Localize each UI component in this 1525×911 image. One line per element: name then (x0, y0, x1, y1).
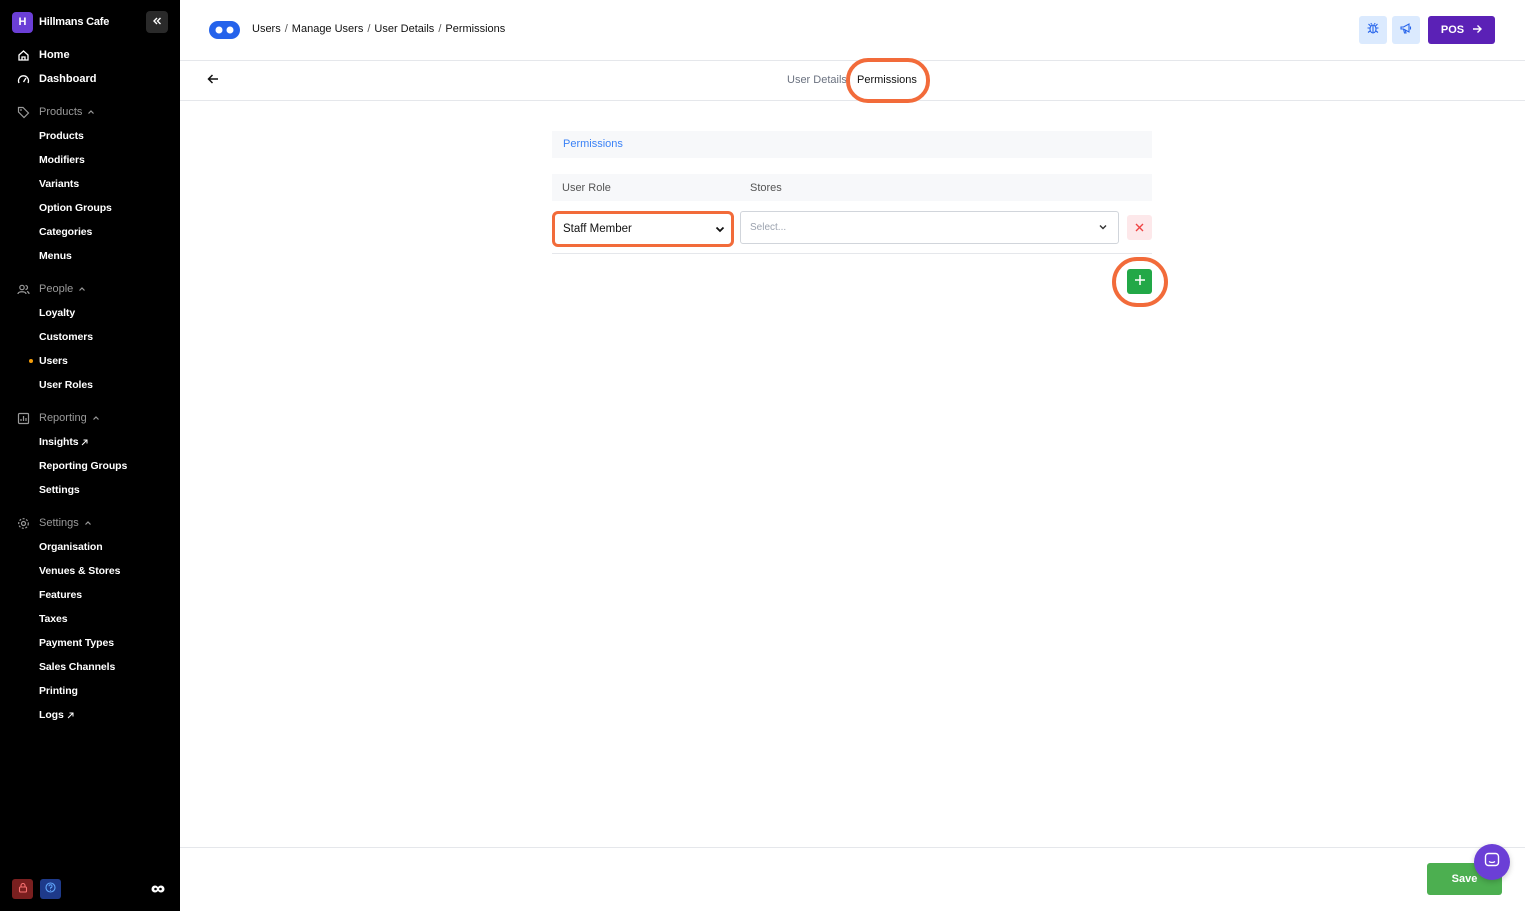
lock-icon (18, 880, 28, 898)
sidebar-item-payment-types[interactable]: Payment Types (39, 635, 114, 651)
sidebar-item-label: Home (39, 49, 70, 61)
sidebar-item-modifiers[interactable]: Modifiers (39, 152, 85, 168)
sidebar-item-logs[interactable]: Logs (39, 707, 74, 723)
sidebar-item-venues-stores[interactable]: Venues & Stores (39, 563, 120, 579)
brand-name: Hillmans Cafe (39, 16, 110, 28)
arrow-right-icon (1472, 24, 1483, 37)
sidebar-item-insights[interactable]: Insights (39, 434, 88, 450)
active-indicator-dot (29, 359, 33, 363)
chat-icon (1484, 852, 1500, 873)
stores-select-placeholder: Select... (750, 222, 787, 233)
sidebar-item-categories[interactable]: Categories (39, 224, 92, 240)
sidebar-section-label: Settings (39, 517, 79, 529)
gauge-icon (16, 72, 30, 86)
sidebar-section-label: Reporting (39, 412, 87, 424)
user-role-select[interactable]: Staff Member (552, 211, 734, 247)
external-link-icon (67, 712, 74, 719)
add-row-button[interactable] (1127, 269, 1152, 294)
sidebar-item-loyalty[interactable]: Loyalty (39, 305, 75, 321)
sidebar-item-home[interactable]: Home (16, 47, 70, 63)
sidebar-item-reporting-groups[interactable]: Reporting Groups (39, 458, 127, 474)
sidebar-item-taxes[interactable]: Taxes (39, 611, 68, 627)
sidebar-item-user-roles[interactable]: User Roles (39, 377, 93, 393)
pos-button-label: POS (1440, 24, 1465, 36)
brand[interactable]: H Hillmans Cafe (12, 11, 110, 33)
brand-avatar: H (12, 11, 33, 33)
chevron-up-icon (78, 285, 86, 293)
chevron-down-icon (715, 224, 725, 237)
sidebar-item-customers[interactable]: Customers (39, 329, 93, 345)
permissions-table-header: User Role Stores (552, 174, 1152, 201)
double-chevron-left-icon (152, 13, 162, 31)
pos-button[interactable]: POS (1428, 16, 1495, 44)
lock-button[interactable] (12, 879, 33, 899)
gear-icon (16, 516, 30, 530)
app-logo-icon[interactable] (209, 21, 240, 44)
close-icon (1135, 219, 1144, 237)
sidebar-item-label: Dashboard (39, 73, 97, 85)
sidebar-item-label: Logs (39, 709, 64, 721)
sidebar-section-reporting[interactable]: Reporting (16, 410, 100, 426)
sidebar: H Hillmans Cafe Home Dashboard Products … (0, 0, 180, 911)
sidebar-section-label: Products (39, 106, 83, 118)
remove-row-button[interactable] (1127, 215, 1152, 240)
tab-user-details[interactable]: User Details (787, 74, 847, 86)
sidebar-item-sales-channels[interactable]: Sales Channels (39, 659, 115, 675)
chevron-up-icon (84, 519, 92, 527)
sidebar-item-products[interactable]: Products (39, 128, 84, 144)
sidebar-item-variants[interactable]: Variants (39, 176, 79, 192)
footer-bar (180, 847, 1525, 911)
sidebar-section-people[interactable]: People (16, 281, 86, 297)
user-role-value: Staff Member (563, 223, 632, 235)
plus-icon (1134, 273, 1146, 291)
sidebar-item-option-groups[interactable]: Option Groups (39, 200, 112, 216)
tab-highlight-ring (846, 58, 930, 103)
stores-select[interactable]: Select... (740, 211, 1119, 244)
sidebar-section-products[interactable]: Products (16, 104, 95, 120)
breadcrumb-users[interactable]: Users (252, 23, 281, 35)
chevron-up-icon (87, 108, 95, 116)
sidebar-section-label: People (39, 283, 74, 295)
announcements-button[interactable] (1392, 16, 1420, 44)
chevron-down-icon (1098, 222, 1108, 235)
chart-icon (16, 411, 30, 425)
breadcrumb: Users / Manage Users / User Details / Pe… (252, 23, 506, 35)
external-link-icon (81, 439, 88, 446)
sidebar-item-reporting-settings[interactable]: Settings (39, 482, 80, 498)
collapse-sidebar-button[interactable] (146, 11, 168, 33)
chevron-up-icon (92, 414, 100, 422)
report-bug-button[interactable] (1359, 16, 1387, 44)
column-header-stores: Stores (750, 182, 782, 194)
sidebar-item-label: Insights (39, 436, 79, 448)
bug-icon (1366, 21, 1380, 40)
sidebar-item-printing[interactable]: Printing (39, 683, 78, 699)
people-icon (16, 282, 30, 296)
help-button[interactable] (40, 879, 61, 899)
sidebar-item-users[interactable]: Users (39, 353, 68, 369)
help-icon (45, 880, 56, 898)
breadcrumb-manage-users[interactable]: Manage Users (292, 23, 364, 35)
chat-support-button[interactable] (1474, 844, 1510, 880)
top-bar: Users / Manage Users / User Details / Pe… (180, 0, 1525, 61)
breadcrumb-user-details[interactable]: User Details (374, 23, 434, 35)
sidebar-item-organisation[interactable]: Organisation (39, 539, 103, 555)
arrow-left-icon (207, 72, 219, 90)
row-divider (552, 253, 1152, 254)
tag-icon (16, 105, 30, 119)
back-button[interactable] (206, 74, 220, 88)
permissions-section-title: Permissions (552, 131, 1152, 158)
home-icon (16, 48, 30, 62)
sidebar-item-dashboard[interactable]: Dashboard (16, 71, 96, 87)
sidebar-section-settings[interactable]: Settings (16, 515, 92, 531)
breadcrumb-permissions: Permissions (445, 23, 506, 35)
sidebar-item-menus[interactable]: Menus (39, 248, 72, 264)
column-header-user-role: User Role (562, 182, 611, 194)
app-logo-icon (150, 881, 166, 897)
megaphone-icon (1399, 21, 1413, 40)
sidebar-item-features[interactable]: Features (39, 587, 82, 603)
